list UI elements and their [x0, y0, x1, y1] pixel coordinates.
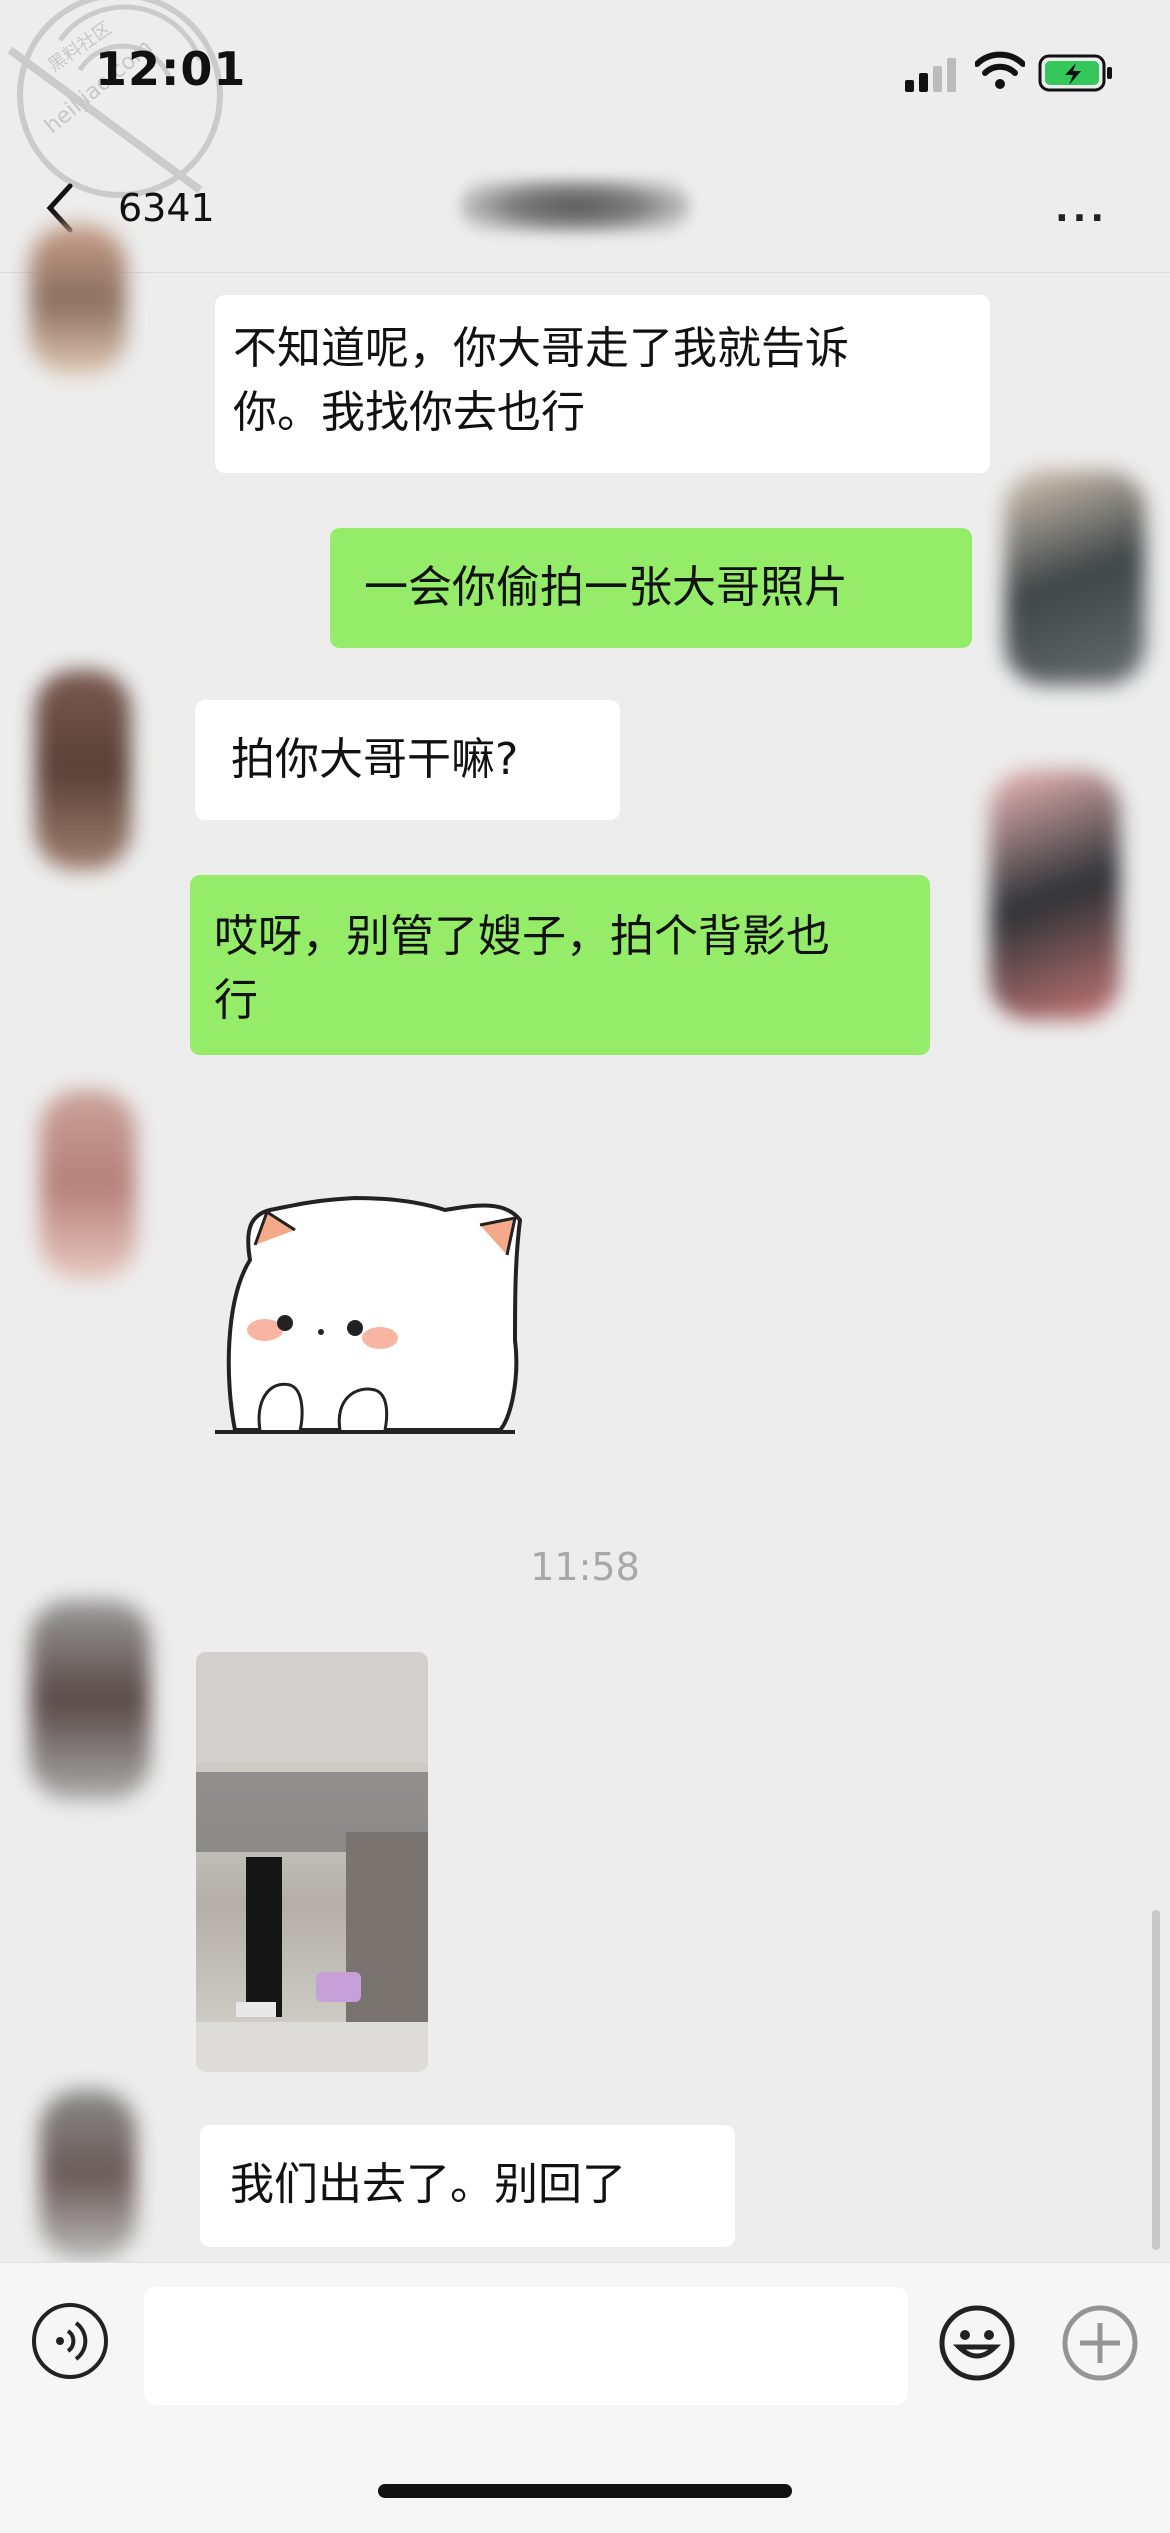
emoji-icon: [939, 2305, 1015, 2381]
battery-charging-icon: [1038, 54, 1114, 96]
message-bubble-incoming[interactable]: 不知道呢，你大哥走了我就告诉 你。我找你去也行: [215, 295, 990, 473]
contact-avatar[interactable]: [30, 225, 126, 375]
contact-avatar[interactable]: [40, 1090, 136, 1280]
chat-title: 6341: [118, 186, 215, 230]
message-text: 不知道呢，你大哥走了我就告诉: [233, 323, 849, 374]
status-bar: 黑料社区 heiljiao.com 12:01: [0, 0, 1170, 198]
message-bubble-outgoing[interactable]: 一会你偷拍一张大哥照片: [330, 528, 972, 648]
white-cat-sticker[interactable]: [215, 1180, 525, 1450]
more-options-button[interactable]: ···: [1055, 198, 1108, 239]
voice-input-button[interactable]: [32, 2303, 108, 2379]
more-functions-button[interactable]: [1060, 2303, 1140, 2383]
my-avatar[interactable]: [990, 770, 1120, 1020]
message-text: 哎呀，别管了嫂子，拍个背影也: [214, 911, 830, 962]
message-text: 你。我找你去也行: [233, 387, 585, 438]
wifi-icon: [974, 50, 1026, 94]
contact-avatar[interactable]: [35, 670, 131, 870]
message-timestamp: 11:58: [530, 1545, 640, 1589]
message-bubble-incoming[interactable]: 我们出去了。别回了: [200, 2125, 735, 2247]
message-bubble-outgoing[interactable]: 哎呀，别管了嫂子，拍个背影也 行: [190, 875, 930, 1055]
contact-avatar[interactable]: [40, 2090, 136, 2260]
message-text: 拍你大哥干嘛?: [231, 734, 519, 785]
message-text: 我们出去了。别回了: [230, 2159, 626, 2210]
voice-icon: [56, 2321, 88, 2361]
photo-message[interactable]: [196, 1652, 428, 2072]
my-avatar[interactable]: [1005, 470, 1145, 685]
blurred-contact-name: [460, 178, 690, 234]
message-input[interactable]: [144, 2287, 908, 2405]
emoji-button[interactable]: [937, 2303, 1017, 2383]
message-text: 一会你偷拍一张大哥照片: [364, 562, 848, 613]
chat-header: 6341 ···: [0, 150, 1170, 273]
plus-icon: [1062, 2305, 1138, 2381]
message-text: 行: [214, 975, 258, 1026]
message-bubble-incoming[interactable]: 拍你大哥干嘛?: [195, 700, 620, 820]
contact-avatar[interactable]: [30, 1600, 150, 1800]
home-indicator[interactable]: [378, 2484, 792, 2498]
cellular-signal-icon: [905, 58, 957, 96]
status-time: 12:01: [95, 42, 247, 96]
scrollbar[interactable]: [1152, 1910, 1160, 2250]
